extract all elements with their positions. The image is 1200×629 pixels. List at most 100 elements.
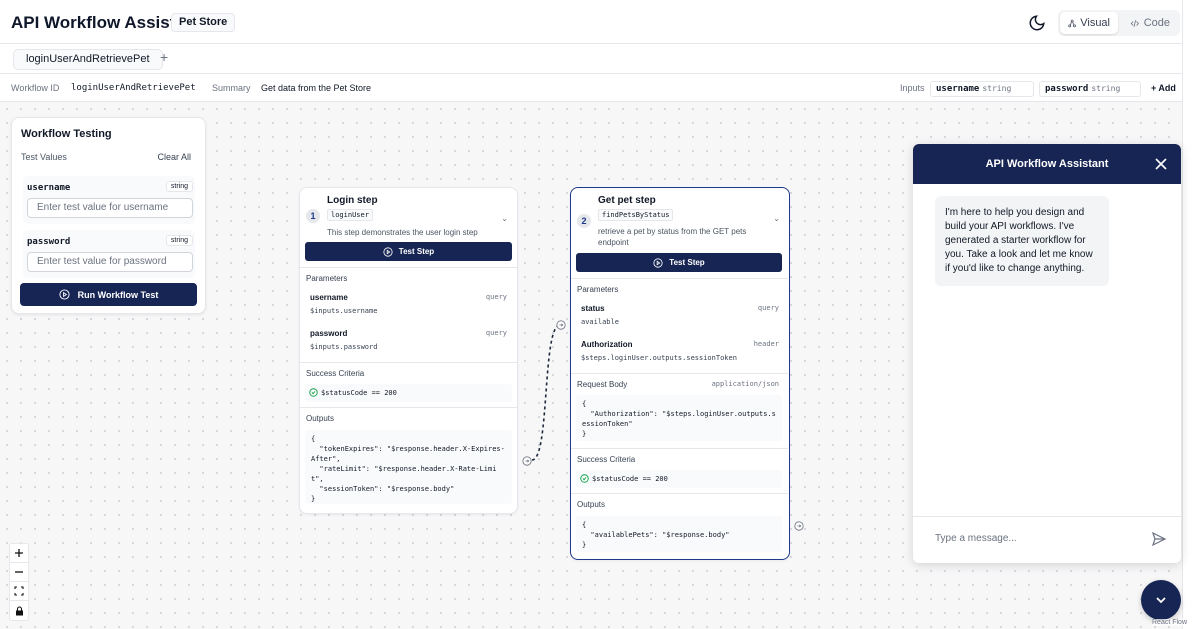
operation-chip: loginUser (327, 209, 373, 221)
input-handle-icon[interactable] (556, 320, 566, 330)
param-name: password (310, 329, 348, 338)
test-field-username: username string Enter test value for use… (23, 176, 195, 224)
zoom-out-icon[interactable] (10, 563, 28, 582)
param-location: query (757, 304, 779, 312)
chat-footer: Type a message... (913, 516, 1181, 563)
request-body-code[interactable]: { "Authorization": "$steps.loginUser.out… (576, 395, 782, 441)
divider (571, 448, 788, 449)
chat-title: API Workflow Assistant (985, 158, 1109, 170)
workflow-id-value[interactable]: loginUserAndRetrievePet (71, 83, 196, 93)
criteria-text: $statusCode == 200 (592, 475, 668, 483)
step-number-badge: 2 (577, 214, 591, 228)
testing-title: Workflow Testing (21, 128, 112, 140)
input-chip-password[interactable]: password string (1039, 81, 1141, 97)
divider (300, 267, 517, 268)
code-view-button[interactable]: Code (1122, 12, 1178, 34)
close-icon[interactable] (1154, 157, 1168, 171)
chevron-down-icon[interactable]: ⌄ (773, 214, 780, 223)
send-icon[interactable] (1151, 531, 1167, 547)
run-workflow-test-button[interactable]: Run Workflow Test (20, 283, 197, 306)
password-test-input[interactable]: Enter test value for password (27, 252, 193, 272)
test-step-button[interactable]: Test Step (576, 253, 782, 272)
check-circle-icon (580, 474, 589, 483)
step-card-login[interactable]: Login step 1 loginUser ⌄ This step demon… (299, 187, 518, 514)
step-title: Login step (327, 195, 378, 206)
step-number-badge: 1 (306, 209, 320, 223)
param-location: header (753, 340, 779, 348)
field-type-badge: string (165, 181, 193, 192)
chat-toggle-button[interactable] (1141, 580, 1181, 620)
react-flow-attribution[interactable]: React Flow (1152, 619, 1188, 626)
request-body-heading: Request Body (577, 380, 628, 389)
workflow-icon (1068, 19, 1076, 27)
clear-all-button[interactable]: Clear All (157, 152, 191, 162)
app-header: API Workflow Assistant Pet Store Visual … (0, 0, 1182, 44)
visual-label: Visual (1080, 17, 1110, 29)
workflow-id-label: Workflow ID (11, 83, 60, 93)
criteria-text: $statusCode == 200 (321, 389, 397, 397)
chat-header: API Workflow Assistant (913, 144, 1181, 184)
moon-icon[interactable] (1028, 14, 1046, 32)
fit-view-icon[interactable] (10, 582, 28, 601)
success-criteria-item[interactable]: $statusCode == 200 (576, 470, 782, 488)
param-name: Authorization (581, 340, 633, 349)
param-value[interactable]: $steps.loginUser.outputs.sessionToken (581, 354, 737, 362)
param-location: query (485, 329, 507, 337)
parameters-heading: Parameters (306, 274, 348, 283)
success-criteria-heading: Success Criteria (577, 455, 636, 464)
param-value[interactable]: $inputs.username (310, 307, 377, 315)
outputs-heading: Outputs (306, 414, 335, 423)
step-description-cont: endpoint (598, 238, 629, 247)
param-location: query (485, 293, 507, 301)
test-step-label: Test Step (669, 258, 705, 267)
summary-value[interactable]: Get data from the Pet Store (261, 83, 371, 93)
visual-view-button[interactable]: Visual (1060, 12, 1118, 34)
outputs-code[interactable]: { "tokenExpires": "$response.header.X-Ex… (305, 430, 512, 504)
window-scrollbar[interactable] (1182, 0, 1200, 629)
field-type-badge: string (165, 235, 193, 246)
canvas-controls (9, 543, 29, 621)
play-circle-icon (59, 289, 70, 300)
divider (300, 362, 517, 363)
inputs-label: Inputs (900, 83, 925, 93)
success-criteria-item[interactable]: $statusCode == 200 (305, 384, 512, 402)
param-value[interactable]: available (581, 318, 619, 326)
test-step-button[interactable]: Test Step (305, 242, 512, 261)
username-test-input[interactable]: Enter test value for username (27, 198, 193, 218)
tab-workflow[interactable]: loginUserAndRetrievePet (13, 49, 163, 70)
workflow-tabbar: loginUserAndRetrievePet + (0, 44, 1182, 74)
output-handle-icon[interactable] (794, 521, 804, 531)
divider (571, 493, 788, 494)
body-content-type: application/json (711, 380, 779, 388)
parameters-heading: Parameters (577, 285, 619, 294)
test-field-password: password string Enter test value for pas… (23, 230, 195, 278)
add-input-button[interactable]: + Add (1151, 83, 1176, 93)
param-value[interactable]: $inputs.password (310, 343, 377, 351)
assistant-chat-panel: API Workflow Assistant I'm here to help … (913, 144, 1181, 563)
workflow-infobar: Workflow ID loginUserAndRetrievePet Summ… (0, 74, 1182, 102)
zoom-in-icon[interactable] (10, 544, 28, 563)
summary-label: Summary (212, 83, 251, 93)
divider (300, 407, 517, 408)
chat-message-input[interactable]: Type a message... (935, 533, 1017, 544)
param-name: status (581, 304, 605, 313)
lock-icon[interactable] (10, 601, 28, 620)
code-label: Code (1143, 17, 1170, 29)
step-card-get-pet[interactable]: Get pet step 2 findPetsByStatus ⌄ retrie… (570, 187, 790, 560)
outputs-code[interactable]: { "availablePets": "$response.body" } (576, 516, 782, 552)
input-chip-username[interactable]: username string (930, 81, 1034, 97)
operation-chip: findPetsByStatus (598, 209, 674, 221)
view-switch: Visual Code (1058, 10, 1180, 36)
step-description: This step demonstrates the user login st… (327, 228, 478, 237)
step-connection-edge[interactable] (520, 315, 570, 470)
test-step-label: Test Step (398, 247, 435, 256)
project-badge[interactable]: Pet Store (171, 13, 236, 32)
add-tab-button[interactable]: + (160, 49, 168, 65)
code-icon (1130, 19, 1140, 27)
success-criteria-heading: Success Criteria (306, 369, 365, 378)
output-handle-icon[interactable] (522, 456, 532, 466)
chevron-down-icon[interactable]: ⌄ (501, 214, 508, 223)
play-circle-icon (653, 257, 663, 268)
divider (571, 373, 788, 374)
play-circle-icon (383, 246, 393, 257)
